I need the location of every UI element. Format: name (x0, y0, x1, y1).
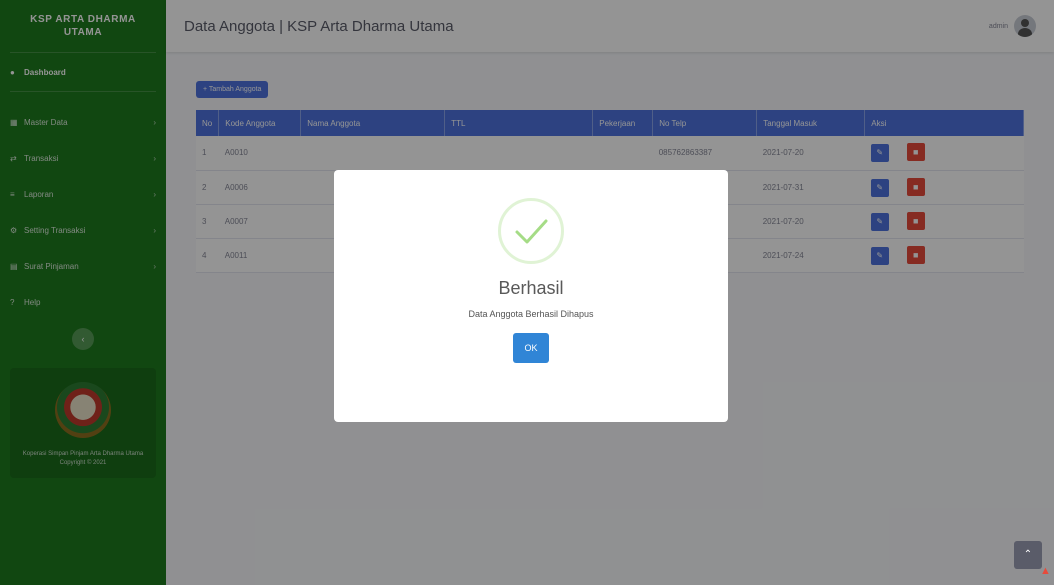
success-dialog: Berhasil Data Anggota Berhasil Dihapus O… (334, 170, 728, 422)
success-check-icon (498, 198, 564, 264)
scroll-to-top-button[interactable]: ⌃ (1014, 541, 1042, 569)
dialog-title: Berhasil (498, 278, 564, 298)
dialog-message: Data Anggota Berhasil Dihapus (468, 309, 594, 319)
flame-icon[interactable]: ▲ (1040, 565, 1052, 581)
chevron-up-icon: ⌃ (1023, 549, 1033, 560)
ok-button[interactable]: OK (513, 333, 549, 363)
